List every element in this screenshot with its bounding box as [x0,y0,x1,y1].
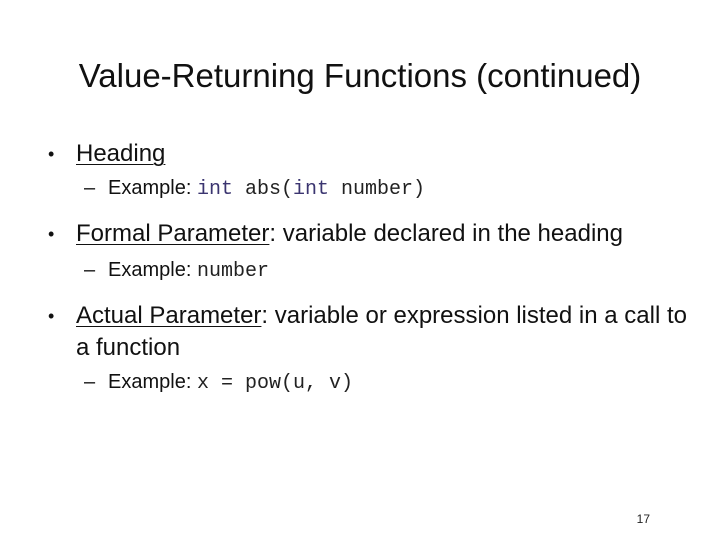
page-number: 17 [636,512,650,526]
code-example: number [196,260,269,283]
example-actual-parameter: – Example: x = pow(u, v) [48,368,688,398]
term-actual-parameter: Actual Parameter [76,302,262,329]
example-label: Example: [108,177,197,199]
code-token: number) [328,178,425,201]
example-label: Example: [108,371,197,393]
bullet-icon: • [48,144,55,164]
example-formal-parameter: – Example: number [48,256,688,286]
example-heading: – Example: int abs(int number) [48,174,688,204]
code-example: x = pow(u, v) [196,372,353,395]
term-heading: Heading [76,140,166,167]
code-keyword: int [292,178,329,201]
term-formal-parameter: Formal Parameter [76,220,270,247]
dash-icon: – [84,259,96,281]
code-token: abs( [232,178,293,201]
code-example: int abs(int number) [197,178,425,201]
slide-title: Value-Returning Functions (continued) [78,57,642,94]
bullet-formal-parameter: • Formal Parameter: variable declared in… [48,218,688,250]
bullet-heading: • Heading [48,138,688,170]
bullet-icon: • [48,224,55,244]
example-label: Example: [108,259,197,281]
dash-icon: – [84,371,96,393]
bullet-actual-parameter: • Actual Parameter: variable or expressi… [48,300,688,364]
term-formal-parameter-rest: : variable declared in the heading [269,220,623,247]
code-keyword: int [196,178,233,201]
slide-content: • Heading – Example: int abs(int number)… [48,138,688,398]
dash-icon: – [84,177,96,199]
bullet-icon: • [48,306,55,326]
